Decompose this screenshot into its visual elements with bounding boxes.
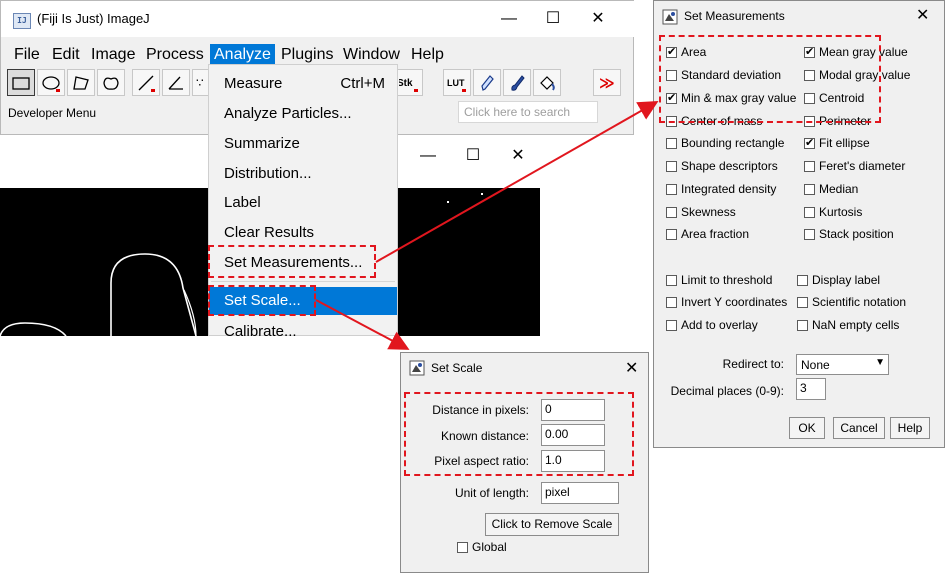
- annotation-arrows: [315, 101, 659, 350]
- arrow-to-set-scale: [315, 299, 410, 350]
- arrow-to-set-measurements: [375, 101, 659, 263]
